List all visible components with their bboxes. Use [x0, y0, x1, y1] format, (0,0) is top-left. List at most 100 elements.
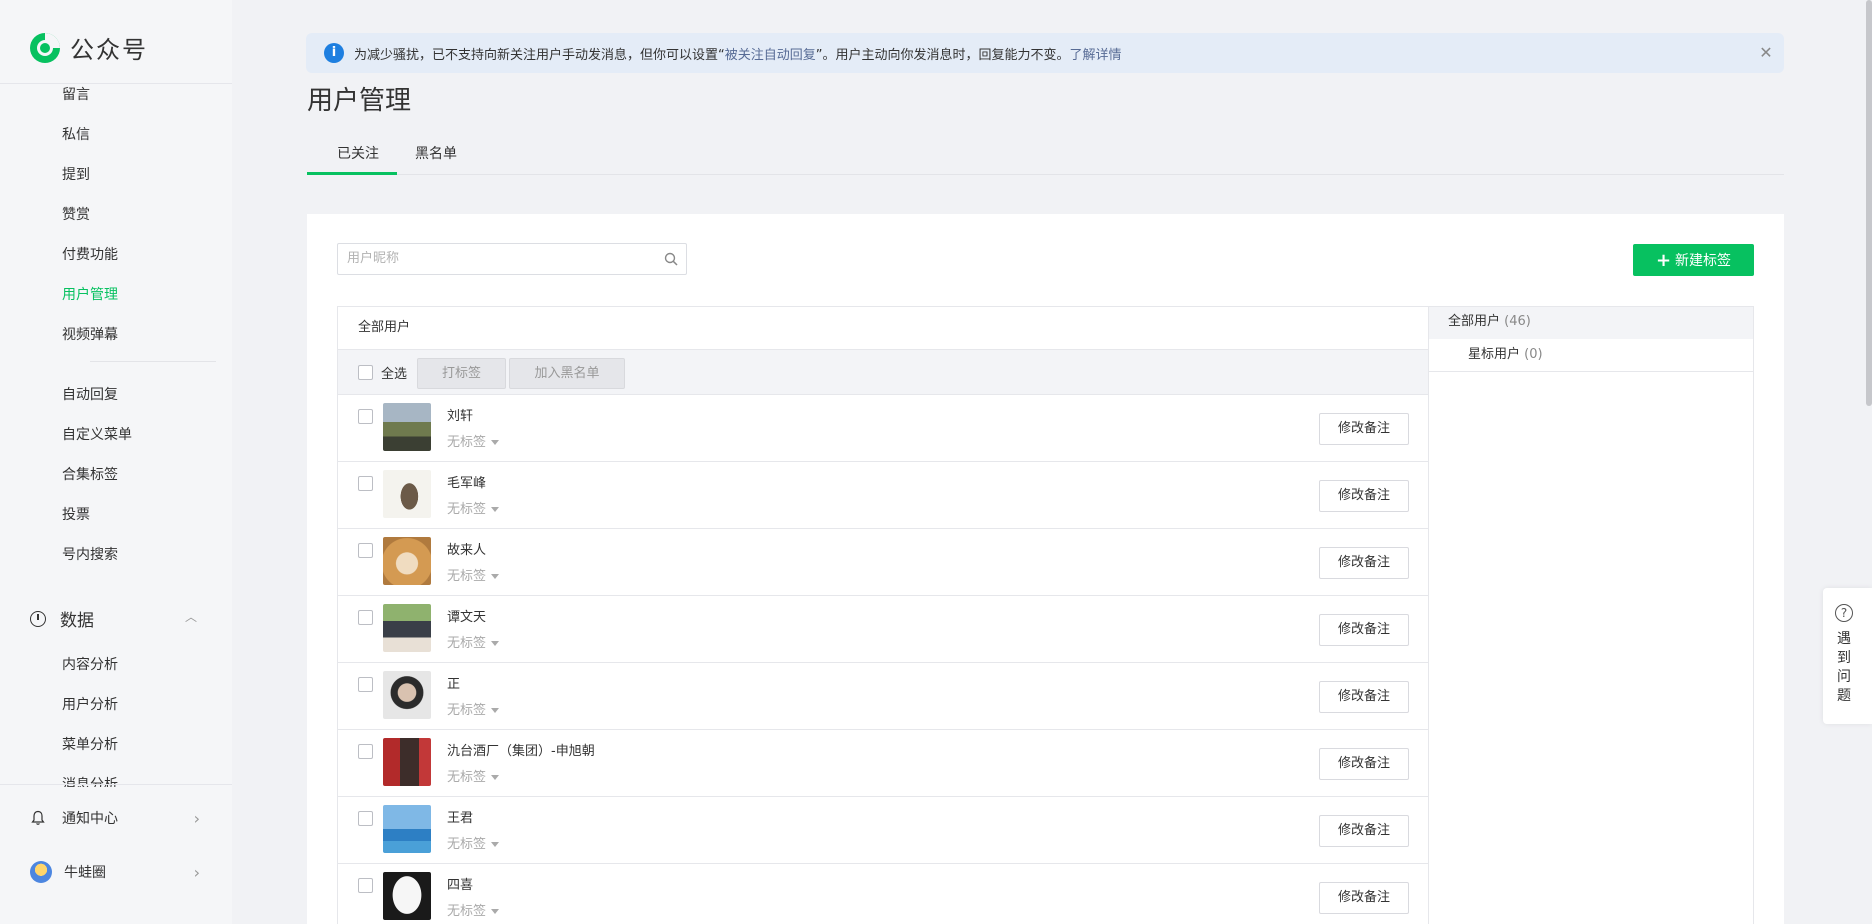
group-all-users[interactable]: 全部用户 (46) [1429, 307, 1753, 339]
tag-label: 无标签 [447, 703, 487, 718]
edit-remark-button[interactable]: 修改备注 [1319, 413, 1409, 445]
tag-dropdown[interactable]: 无标签 [447, 699, 500, 718]
edit-remark-button[interactable]: 修改备注 [1319, 614, 1409, 646]
table-toolbar: 全选 打标签 加入黑名单 [338, 350, 1428, 395]
tag-dropdown[interactable]: 无标签 [447, 565, 500, 584]
sidebar-item-auto-reply[interactable]: 自动回复 [62, 384, 118, 404]
clock-chart-icon [30, 610, 46, 627]
info-icon: i [324, 43, 344, 63]
row-checkbox[interactable] [358, 878, 373, 893]
edit-remark-button[interactable]: 修改备注 [1319, 882, 1409, 914]
row-checkbox[interactable] [358, 811, 373, 826]
new-tag-button[interactable]: + 新建标签 [1633, 244, 1754, 276]
help-widget[interactable]: ? 遇到问题 [1823, 588, 1872, 724]
active-tab-indicator [307, 172, 397, 175]
page-title: 用户管理 [307, 86, 412, 116]
sidebar-item-collection-tags[interactable]: 合集标签 [62, 464, 118, 484]
caret-down-icon [491, 708, 500, 713]
notice-text-after: ”。用户主动向你发消息时，回复能力不变。 [815, 47, 1070, 63]
help-label: 遇到问题 [1837, 631, 1851, 704]
edit-remark-button[interactable]: 修改备注 [1319, 480, 1409, 512]
tag-dropdown[interactable]: 无标签 [447, 498, 500, 517]
tag-dropdown[interactable]: 无标签 [447, 900, 500, 919]
avatar[interactable] [383, 671, 431, 719]
sidebar-item-video-danmaku[interactable]: 视频弹幕 [62, 324, 118, 344]
sidebar-item-mentions[interactable]: 提到 [62, 164, 90, 184]
caret-down-icon [491, 842, 500, 847]
sidebar-item-user-analysis[interactable]: 用户分析 [62, 694, 118, 714]
learn-more-link[interactable]: 了解详情 [1070, 44, 1122, 63]
avatar[interactable] [383, 805, 431, 853]
sidebar-item-menu-analysis[interactable]: 菜单分析 [62, 734, 118, 754]
sidebar-item-content-analysis[interactable]: 内容分析 [62, 654, 118, 674]
sidebar-item-rewards[interactable]: 赞赏 [62, 204, 90, 224]
edit-remark-button[interactable]: 修改备注 [1319, 547, 1409, 579]
blacklist-button[interactable]: 加入黑名单 [509, 358, 625, 389]
edit-remark-button[interactable]: 修改备注 [1319, 815, 1409, 847]
sidebar: 公众号 留言 私信 提到 赞赏 付费功能 用户管理 视频弹幕 自动回复 自定义菜… [0, 0, 232, 924]
row-checkbox[interactable] [358, 476, 373, 491]
tag-label: 无标签 [447, 636, 487, 651]
user-name: 王君 [447, 811, 474, 826]
table-row: 谭文天 无标签 修改备注 [338, 596, 1428, 663]
tag-dropdown[interactable]: 无标签 [447, 431, 500, 450]
sidebar-menu: 留言 私信 提到 赞赏 付费功能 用户管理 视频弹幕 自动回复 自定义菜单 合集… [0, 75, 232, 787]
notification-center-link[interactable]: 通知中心 › [30, 808, 200, 828]
avatar[interactable] [383, 403, 431, 451]
avatar[interactable] [383, 470, 431, 518]
tag-label: 无标签 [447, 770, 487, 785]
search-icon[interactable] [664, 252, 678, 266]
avatar[interactable] [383, 738, 431, 786]
caret-down-icon [491, 775, 500, 780]
select-all-checkbox[interactable] [358, 365, 373, 380]
tag-dropdown[interactable]: 无标签 [447, 833, 500, 852]
sidebar-group-data[interactable]: 数据 ︿ [30, 606, 197, 631]
sidebar-item-comments[interactable]: 留言 [62, 84, 90, 104]
sidebar-item-paid-features[interactable]: 付费功能 [62, 244, 118, 264]
row-checkbox[interactable] [358, 409, 373, 424]
tab-followed[interactable]: 已关注 [337, 143, 379, 163]
avatar[interactable] [383, 604, 431, 652]
sidebar-item-in-account-search[interactable]: 号内搜索 [62, 544, 118, 564]
row-checkbox[interactable] [358, 610, 373, 625]
scrollbar[interactable] [1866, 0, 1872, 406]
avatar [30, 861, 52, 883]
edit-remark-button[interactable]: 修改备注 [1319, 748, 1409, 780]
table-row: 四喜 无标签 修改备注 [338, 864, 1428, 924]
tag-dropdown[interactable]: 无标签 [447, 766, 500, 785]
tag-button[interactable]: 打标签 [417, 358, 506, 389]
new-tag-label: 新建标签 [1675, 253, 1732, 269]
group-starred-users[interactable]: 星标用户 (0) [1429, 339, 1753, 372]
select-all-label[interactable]: 全选 [381, 363, 407, 382]
sidebar-item-messages[interactable]: 私信 [62, 124, 90, 144]
user-name: 四喜 [447, 878, 474, 893]
search-input[interactable] [347, 251, 647, 266]
divider [90, 361, 216, 362]
sidebar-item-custom-menu[interactable]: 自定义菜单 [62, 424, 132, 444]
account-menu[interactable]: 牛蛙圈 › [30, 861, 200, 883]
caret-down-icon [491, 574, 500, 579]
auto-reply-link[interactable]: 被关注自动回复 [725, 44, 816, 63]
question-icon: ? [1835, 604, 1853, 622]
tab-blacklist[interactable]: 黑名单 [415, 143, 457, 163]
sidebar-group-label: 数据 [60, 611, 94, 631]
sidebar-item-message-analysis[interactable]: 消息分析 [62, 774, 118, 787]
tabs: 已关注 黑名单 [307, 140, 1784, 175]
user-groups: 全部用户 (46) 星标用户 (0) [1428, 306, 1754, 924]
row-checkbox[interactable] [358, 543, 373, 558]
close-icon[interactable]: ✕ [1756, 43, 1776, 62]
avatar[interactable] [383, 537, 431, 585]
edit-remark-button[interactable]: 修改备注 [1319, 681, 1409, 713]
search-box [337, 243, 687, 275]
tag-dropdown[interactable]: 无标签 [447, 632, 500, 651]
row-checkbox[interactable] [358, 744, 373, 759]
sidebar-item-user-management[interactable]: 用户管理 [62, 284, 118, 304]
logo[interactable]: 公众号 [28, 30, 148, 65]
avatar[interactable] [383, 872, 431, 920]
tag-label: 无标签 [447, 904, 487, 919]
notice-text-before: 为减少骚扰，已不支持向新关注用户手动发消息，但你可以设置“ [354, 47, 725, 63]
caret-down-icon [491, 909, 500, 914]
sidebar-item-vote[interactable]: 投票 [62, 504, 90, 524]
table-row: 故来人 无标签 修改备注 [338, 529, 1428, 596]
row-checkbox[interactable] [358, 677, 373, 692]
